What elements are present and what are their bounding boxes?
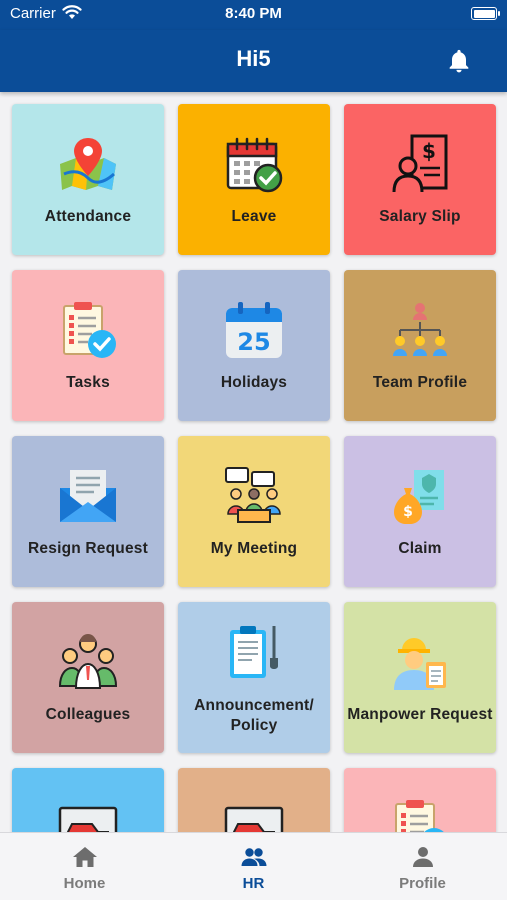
meeting-icon (225, 467, 281, 523)
tile-holidays[interactable]: 25 Holidays (178, 270, 330, 421)
tile-announcement-policy[interactable]: Announcement/ Policy (178, 602, 330, 753)
map-pin-icon (60, 138, 116, 190)
tile-attendance[interactable]: Attendance (12, 104, 164, 255)
tile-label: Colleagues (45, 706, 131, 723)
task-checklist-icon (395, 800, 444, 832)
svg-text:25: 25 (237, 328, 270, 356)
tile-manpower-request[interactable]: Manpower Request (344, 602, 496, 753)
car-icon (224, 806, 284, 832)
tile-leave[interactable]: Leave (178, 104, 330, 255)
bell-icon[interactable] (445, 47, 473, 75)
tab-profile[interactable]: Profile (338, 833, 507, 900)
money-bag-document-icon: $ (394, 470, 444, 524)
tile-label: Holidays (220, 374, 288, 391)
tile-label: Announcement/ Policy (178, 696, 330, 736)
tile-salary-slip[interactable]: $ Salary Slip (344, 104, 496, 255)
people-icon (241, 848, 267, 866)
tab-hr[interactable]: HR (169, 833, 338, 900)
tile-label: Claim (398, 540, 442, 557)
tab-label: Profile (399, 875, 446, 892)
tile-label: Salary Slip (379, 208, 461, 225)
envelope-icon (60, 470, 116, 522)
calendar-check-icon (226, 137, 283, 193)
home-icon (73, 847, 97, 867)
calendar-25-icon: 25 (226, 302, 282, 358)
svg-text:$: $ (403, 504, 413, 520)
tile-my-meeting[interactable]: My Meeting (178, 436, 330, 587)
salary-document-icon: $ (392, 134, 448, 193)
tile-label: My Meeting (210, 540, 298, 557)
bottom-tab-bar: Home HR Profile (0, 832, 507, 900)
tile-vehicle-2[interactable] (178, 768, 330, 832)
tile-colleagues[interactable]: Colleagues (12, 602, 164, 753)
tab-label: HR (242, 875, 265, 892)
tile-tasks[interactable]: Tasks (12, 270, 164, 421)
car-icon (58, 806, 118, 832)
tile-label: Tasks (66, 374, 110, 391)
tile-resign-request[interactable]: Resign Request (12, 436, 164, 587)
svg-text:$: $ (422, 139, 436, 163)
clipboard-icon (230, 626, 278, 678)
battery-icon (471, 7, 500, 20)
task-checklist-icon (63, 302, 116, 358)
group-people-icon (58, 634, 118, 689)
worker-icon (394, 638, 446, 690)
tile-team-profile[interactable]: Team Profile (344, 270, 496, 421)
tab-label: Home (63, 875, 106, 892)
clock: 8:40 PM (225, 5, 282, 22)
org-chart-icon (393, 303, 447, 356)
status-bar: Carrier 8:40 PM (0, 0, 507, 30)
page-title: Hi5 (236, 46, 271, 71)
tile-label-line1: Announcement/ (194, 697, 314, 714)
person-icon (413, 847, 433, 867)
app-header: Hi5 (0, 30, 507, 92)
tile-label-line2: Policy (230, 717, 278, 734)
tile-label: Manpower Request (347, 706, 493, 723)
tab-home[interactable]: Home (0, 833, 169, 900)
tile-claim[interactable]: $ Claim (344, 436, 496, 587)
tile-tasks-2[interactable] (344, 768, 496, 832)
tile-label: Team Profile (372, 374, 468, 391)
tile-label: Leave (231, 208, 277, 225)
tile-label: Attendance (44, 208, 132, 225)
tile-label: Resign Request (28, 540, 148, 557)
tile-vehicle[interactable] (12, 768, 164, 832)
menu-grid: Attendance Leave $ Salary Slip Tasks 25 … (0, 92, 507, 832)
